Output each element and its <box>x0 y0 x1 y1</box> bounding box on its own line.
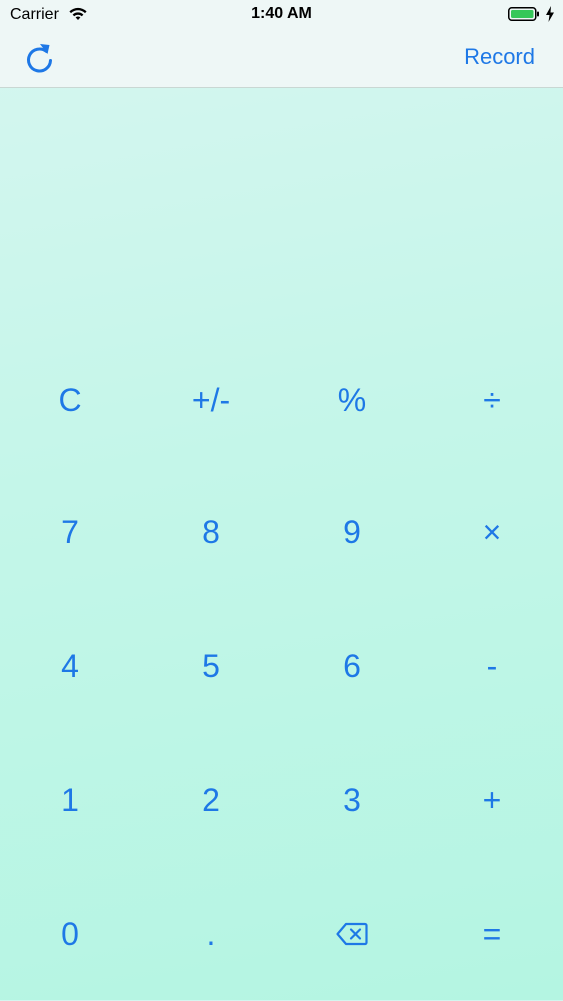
clear-key[interactable]: C <box>0 333 140 467</box>
record-button[interactable]: Record <box>464 44 535 70</box>
digit-4-key[interactable]: 4 <box>0 599 140 733</box>
multiply-key[interactable]: × <box>422 465 562 599</box>
nav-bar: Record <box>0 30 563 88</box>
digit-6-key[interactable]: 6 <box>282 599 422 733</box>
digit-5-key[interactable]: 5 <box>141 599 281 733</box>
status-bar: Carrier 1:40 AM <box>0 0 563 30</box>
refresh-button[interactable] <box>22 41 58 75</box>
decimal-key[interactable]: . <box>141 867 281 1001</box>
bolt-icon <box>545 6 555 22</box>
divide-key[interactable]: ÷ <box>422 333 562 467</box>
digit-7-key[interactable]: 7 <box>0 465 140 599</box>
percent-key[interactable]: % <box>282 333 422 467</box>
digit-8-key[interactable]: 8 <box>141 465 281 599</box>
digit-1-key[interactable]: 1 <box>0 733 140 867</box>
refresh-icon <box>27 44 52 73</box>
battery-icon <box>508 7 540 21</box>
equals-key[interactable]: = <box>422 867 562 1001</box>
calculator-screen: Carrier 1:40 AM Record C +/- % ÷ 7 8 9 ×… <box>0 0 563 1000</box>
backspace-key[interactable] <box>282 867 422 1001</box>
digit-2-key[interactable]: 2 <box>141 733 281 867</box>
digit-9-key[interactable]: 9 <box>282 465 422 599</box>
status-time: 1:40 AM <box>251 5 312 22</box>
digit-0-key[interactable]: 0 <box>0 867 140 1001</box>
add-key[interactable]: + <box>422 733 562 867</box>
sign-toggle-key[interactable]: +/- <box>141 333 281 467</box>
keypad: C +/-% ÷ 7 8 9 × 4 5 6- 1 2 3 +0. = <box>0 333 563 1000</box>
backspace-icon <box>336 922 368 946</box>
subtract-key[interactable]: - <box>422 599 562 733</box>
digit-3-key[interactable]: 3 <box>282 733 422 867</box>
result-display <box>0 88 563 333</box>
